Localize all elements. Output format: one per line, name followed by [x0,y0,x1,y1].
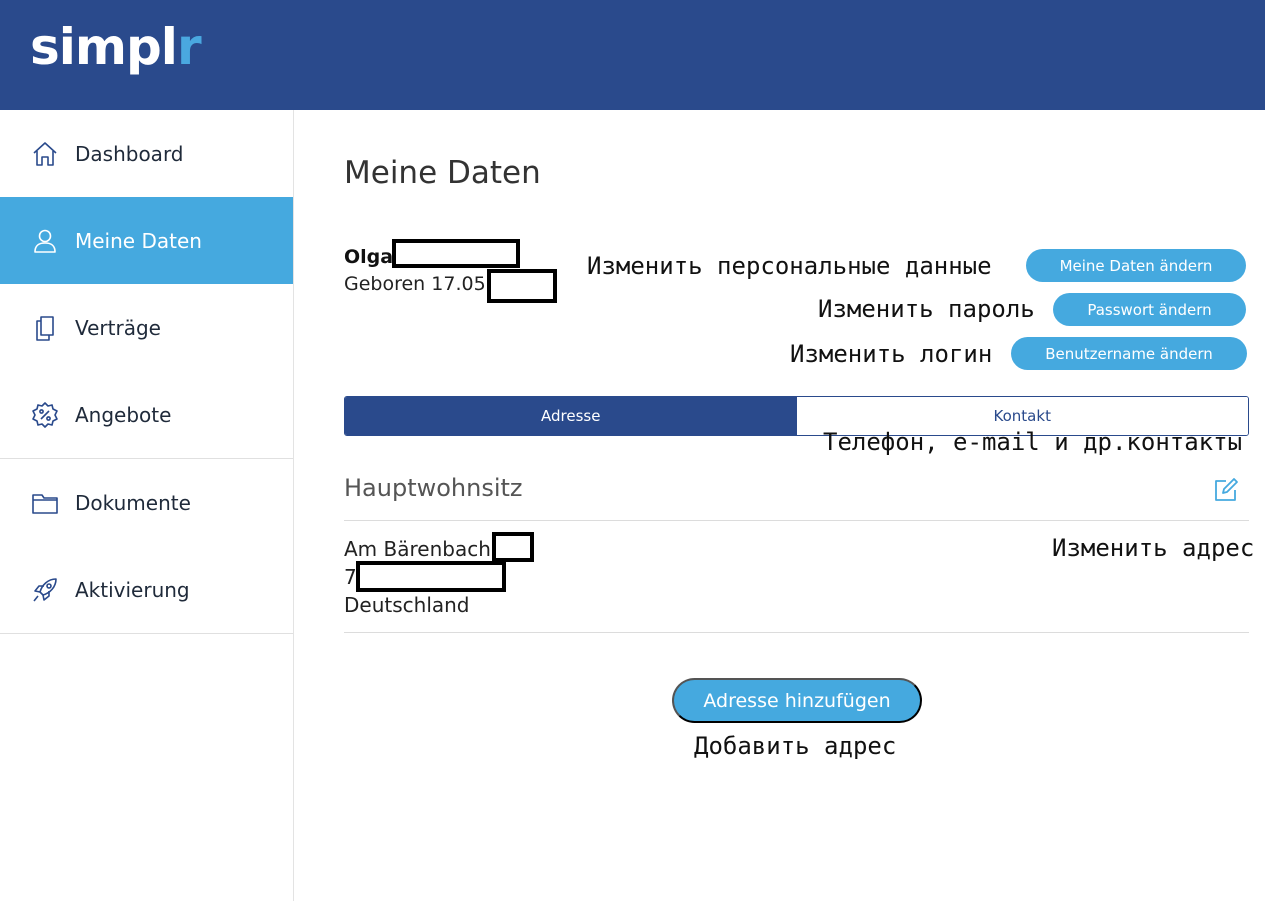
simplr-logo[interactable]: simplr [30,12,202,82]
annotation-change-personal: Изменить персональные данные [587,252,992,280]
sidebar-divider [0,633,293,634]
sidebar-item-label: Meine Daten [75,228,202,253]
redaction-box [356,561,506,592]
annotation-change-login: Изменить логин [790,340,993,368]
folder-icon [30,488,60,518]
sidebar-item-label: Dokumente [75,490,191,515]
percent-badge-icon [30,400,60,430]
change-password-button[interactable]: Passwort ändern [1053,293,1246,326]
sidebar-item-label: Verträge [75,315,161,340]
tab-adresse[interactable]: Adresse [345,397,797,435]
sidebar: Dashboard Meine Daten Verträge Angebote … [0,110,294,901]
address-country: Deutschland [344,593,470,617]
home-icon [30,139,60,169]
sidebar-item-label: Angebote [75,402,172,427]
sidebar-item-vertraege[interactable]: Verträge [0,284,293,371]
change-data-button[interactable]: Meine Daten ändern [1026,249,1246,282]
section-title: Hauptwohnsitz [344,474,523,502]
redaction-box [392,239,520,268]
address-zip-city: 7 [344,565,357,589]
redaction-box [487,269,557,303]
person-birthdate: Geboren 17.05. [344,273,492,295]
person-name: Olga [344,246,394,268]
documents-icon [30,313,60,343]
edit-icon[interactable] [1212,476,1240,504]
annotation-contacts: Телефон, e-mail и др.контакты [823,428,1243,456]
annotation-change-password: Изменить пароль [818,295,1035,323]
sidebar-item-angebote[interactable]: Angebote [0,371,293,458]
sidebar-item-aktivierung[interactable]: Aktivierung [0,546,293,633]
change-username-button[interactable]: Benutzername ändern [1011,337,1247,370]
address-street: Am Bärenbach [344,537,491,561]
section-divider [344,520,1249,521]
sidebar-item-dashboard[interactable]: Dashboard [0,110,293,197]
section-divider [344,632,1249,633]
page-title: Meine Daten [344,155,541,191]
rocket-icon [30,575,60,605]
sidebar-item-label: Aktivierung [75,577,190,602]
top-header: simplr [0,0,1265,110]
sidebar-item-meine-daten[interactable]: Meine Daten [0,197,293,284]
annotation-add-address: Добавить адрес [694,732,897,760]
sidebar-item-dokumente[interactable]: Dokumente [0,459,293,546]
add-address-button[interactable]: Adresse hinzufügen [672,678,922,723]
sidebar-item-label: Dashboard [75,141,184,166]
redaction-box [492,532,534,562]
annotation-change-address: Изменить адрес [1052,534,1255,562]
user-icon [30,226,60,256]
